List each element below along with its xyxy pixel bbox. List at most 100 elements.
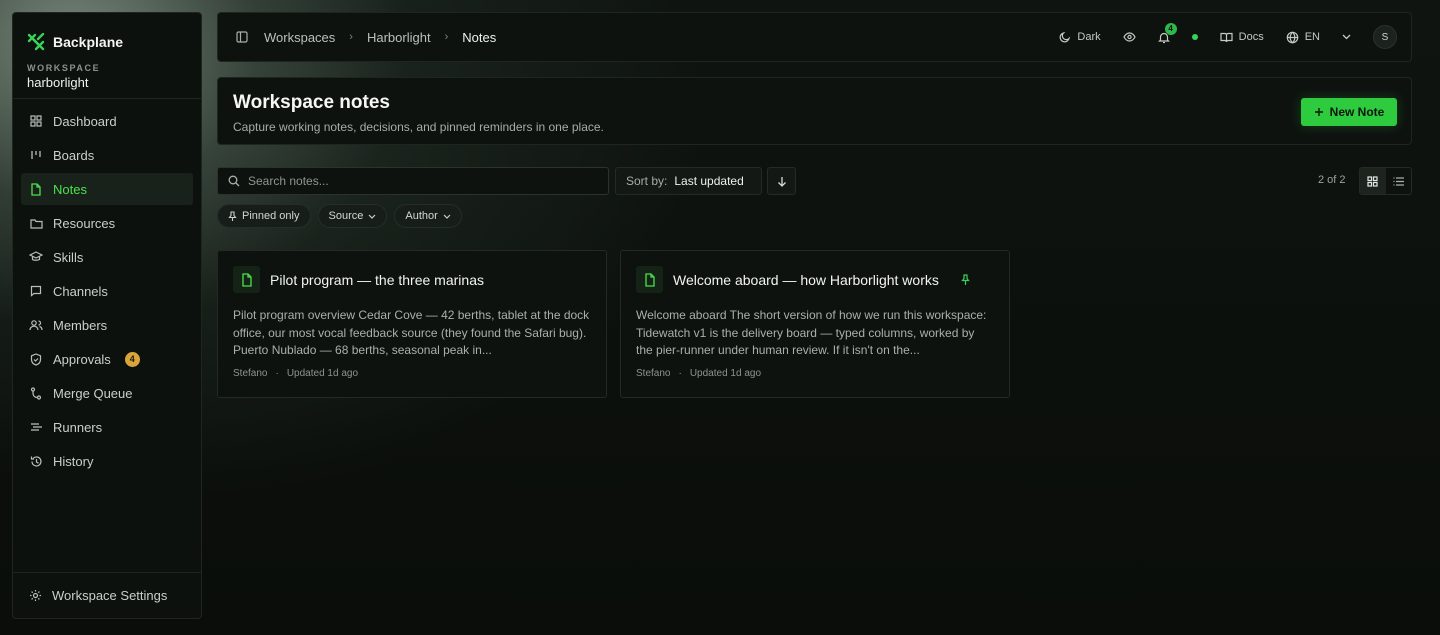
shield-icon <box>29 352 43 366</box>
author-filter[interactable]: Author <box>394 204 462 228</box>
brand[interactable]: Backplane <box>13 13 201 57</box>
note-author: Stefano <box>636 368 671 379</box>
workspace-settings-button[interactable]: Workspace Settings <box>13 572 201 618</box>
sidebar-toggle-icon[interactable] <box>236 31 248 43</box>
document-icon <box>636 266 663 293</box>
chevron-down-icon <box>443 214 451 219</box>
top-actions: Dark 4 Docs EN S <box>1059 22 1397 49</box>
source-filter[interactable]: Source <box>317 204 388 228</box>
language-select[interactable]: EN <box>1286 30 1320 44</box>
boards-icon <box>29 148 43 162</box>
chevron-right-icon: › <box>349 31 353 43</box>
sidebar-item-notes[interactable]: Notes <box>21 173 193 205</box>
chevron-down-icon[interactable] <box>1342 34 1351 40</box>
list-view-button[interactable] <box>1386 168 1412 194</box>
filter-label: Source <box>328 210 364 222</box>
note-title: Pilot program — the three marinas <box>270 271 484 288</box>
sidebar-item-label: Boards <box>53 147 95 163</box>
new-note-label: New Note <box>1329 105 1385 119</box>
sidebar-item-resources[interactable]: Resources <box>21 207 193 239</box>
chevron-down-icon <box>368 214 376 219</box>
note-card[interactable]: Pilot program — the three marinas Pilot … <box>217 250 607 398</box>
docs-label: Docs <box>1238 31 1264 43</box>
sidebar-item-label: Approvals <box>53 351 111 367</box>
pin-icon[interactable] <box>961 273 970 286</box>
docs-link[interactable]: Docs <box>1220 31 1264 43</box>
sidebar-item-label: Merge Queue <box>53 385 133 401</box>
note-updated: Updated 1d ago <box>689 368 761 379</box>
top-bar: Workspaces › Harborlight › Notes Dark 4 <box>217 12 1412 62</box>
sidebar-nav: Dashboard Boards Notes Resources Skills <box>13 99 201 485</box>
meta-separator: · <box>275 368 279 379</box>
note-title: Welcome aboard — how Harborlight works <box>673 271 939 288</box>
sidebar-item-merge-queue[interactable]: Merge Queue <box>21 377 193 409</box>
note-author: Stefano <box>233 368 268 379</box>
page-subtitle: Capture working notes, decisions, and pi… <box>233 120 604 134</box>
users-icon <box>29 318 43 332</box>
sort-direction-button[interactable] <box>767 167 796 195</box>
grid-view-button[interactable] <box>1360 168 1386 194</box>
page-header: Workspace notes Capture working notes, d… <box>217 77 1412 145</box>
breadcrumb-harborlight[interactable]: Harborlight <box>367 30 431 45</box>
filter-label: Author <box>405 210 438 222</box>
notifications-button[interactable]: 4 <box>1157 22 1177 44</box>
backplane-logo-icon <box>27 33 45 51</box>
note-card[interactable]: Welcome aboard — how Harborlight works W… <box>620 250 1010 398</box>
sidebar-item-boards[interactable]: Boards <box>21 139 193 171</box>
note-icon <box>29 182 43 196</box>
breadcrumb-notes: Notes <box>462 29 497 45</box>
filter-label: Pinned only <box>242 210 300 222</box>
breadcrumb-workspaces[interactable]: Workspaces <box>264 30 335 45</box>
workspace-name[interactable]: harborlight <box>13 73 201 98</box>
search-icon <box>228 175 240 187</box>
moon-icon <box>1059 31 1071 43</box>
sidebar-item-approvals[interactable]: Approvals 4 <box>21 343 193 375</box>
sidebar-item-runners[interactable]: Runners <box>21 411 193 443</box>
book-icon <box>1220 32 1233 43</box>
grid-icon <box>1367 175 1378 187</box>
globe-icon <box>1286 30 1299 44</box>
runner-icon <box>29 420 43 434</box>
theme-toggle-button[interactable]: Dark <box>1059 31 1101 43</box>
avatar[interactable]: S <box>1373 25 1397 49</box>
theme-label: Dark <box>1077 31 1101 43</box>
sidebar-item-skills[interactable]: Skills <box>21 241 193 273</box>
language-label: EN <box>1304 31 1320 43</box>
sidebar-item-dashboard[interactable]: Dashboard <box>21 105 193 137</box>
filter-chips: Pinned only Source Author <box>217 204 462 228</box>
sidebar-item-label: History <box>53 453 94 469</box>
sidebar-item-members[interactable]: Members <box>21 309 193 341</box>
approvals-count-badge: 4 <box>124 351 140 367</box>
sidebar-item-label: Runners <box>53 419 103 435</box>
visibility-button[interactable] <box>1122 32 1136 42</box>
app-name: Backplane <box>53 34 124 50</box>
git-merge-icon <box>29 386 43 400</box>
document-icon <box>233 266 260 293</box>
eye-icon <box>1122 32 1136 42</box>
arrow-down-icon <box>777 176 787 187</box>
note-excerpt: Pilot program overview Cedar Cove — 42 b… <box>233 308 590 357</box>
search-input[interactable] <box>248 174 598 188</box>
meta-separator: · <box>678 368 682 379</box>
breadcrumb: Workspaces › Harborlight › Notes <box>264 30 496 45</box>
search-field[interactable] <box>217 167 609 195</box>
view-toggle <box>1359 167 1412 195</box>
page-title: Workspace notes <box>233 92 390 113</box>
note-updated: Updated 1d ago <box>286 368 358 379</box>
gear-icon <box>29 589 42 602</box>
pinned-only-filter[interactable]: Pinned only <box>217 204 311 228</box>
sidebar-item-label: Channels <box>53 283 108 299</box>
sidebar-item-label: Resources <box>53 215 116 231</box>
graduation-cap-icon <box>29 250 43 264</box>
dashboard-icon <box>29 114 43 128</box>
sidebar-item-channels[interactable]: Channels <box>21 275 193 307</box>
workspace-label: WORKSPACE <box>27 63 101 73</box>
sidebar-item-history[interactable]: History <box>21 445 193 477</box>
sidebar-item-label: Members <box>53 317 108 333</box>
new-note-button[interactable]: New Note <box>1301 98 1397 126</box>
list-icon <box>1393 176 1404 186</box>
results-count: 2 of 2 <box>1318 174 1346 186</box>
sort-select[interactable]: Sort by: Last updated <box>615 167 762 195</box>
chevron-right-icon: › <box>444 31 449 43</box>
pin-icon <box>228 210 237 222</box>
